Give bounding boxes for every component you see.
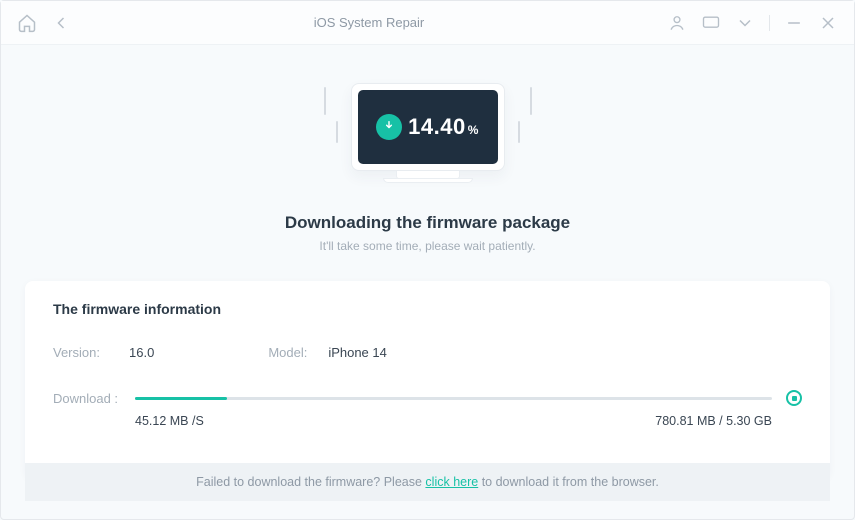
minimize-icon[interactable] — [784, 13, 804, 33]
footer-post-text: to download it from the browser. — [478, 475, 659, 489]
monitor-illustration: 14.40% — [278, 73, 578, 193]
headline: Downloading the firmware package — [285, 213, 570, 233]
version-value: 16.0 — [129, 345, 154, 360]
progress-value: 14.40 — [408, 114, 466, 139]
model-label: Model: — [268, 345, 328, 360]
progress-bar — [135, 397, 772, 400]
stop-button[interactable] — [786, 390, 802, 406]
footer-message: Failed to download the firmware? Please … — [25, 463, 830, 501]
percent-symbol: % — [468, 123, 479, 137]
divider — [769, 15, 770, 31]
footer-pre-text: Failed to download the firmware? Please — [196, 475, 425, 489]
decor-line — [324, 87, 326, 115]
home-icon[interactable] — [17, 13, 37, 33]
download-label: Download : — [53, 391, 135, 406]
panel-title: The firmware information — [53, 301, 802, 317]
decor-line — [518, 121, 520, 143]
firmware-info-panel: The firmware information Version: 16.0 M… — [25, 281, 830, 478]
progress-percent: 14.40% — [408, 114, 479, 140]
feedback-icon[interactable] — [701, 13, 721, 33]
back-icon[interactable] — [51, 13, 71, 33]
decor-line — [530, 87, 532, 115]
expand-icon[interactable] — [735, 13, 755, 33]
decor-line — [336, 121, 338, 143]
title-bar: iOS System Repair — [1, 1, 854, 45]
close-icon[interactable] — [818, 13, 838, 33]
subheadline: It'll take some time, please wait patien… — [319, 239, 535, 253]
download-size: 780.81 MB / 5.30 GB — [655, 414, 772, 428]
version-label: Version: — [53, 345, 129, 360]
hero-section: 14.40% Downloading the firmware package … — [1, 45, 854, 253]
download-icon — [376, 114, 402, 140]
user-icon[interactable] — [667, 13, 687, 33]
download-speed: 45.12 MB /S — [135, 414, 204, 428]
download-browser-link[interactable]: click here — [425, 475, 478, 489]
window-title: iOS System Repair — [314, 15, 425, 30]
progress-bar-fill — [135, 397, 227, 400]
model-value: iPhone 14 — [328, 345, 387, 360]
